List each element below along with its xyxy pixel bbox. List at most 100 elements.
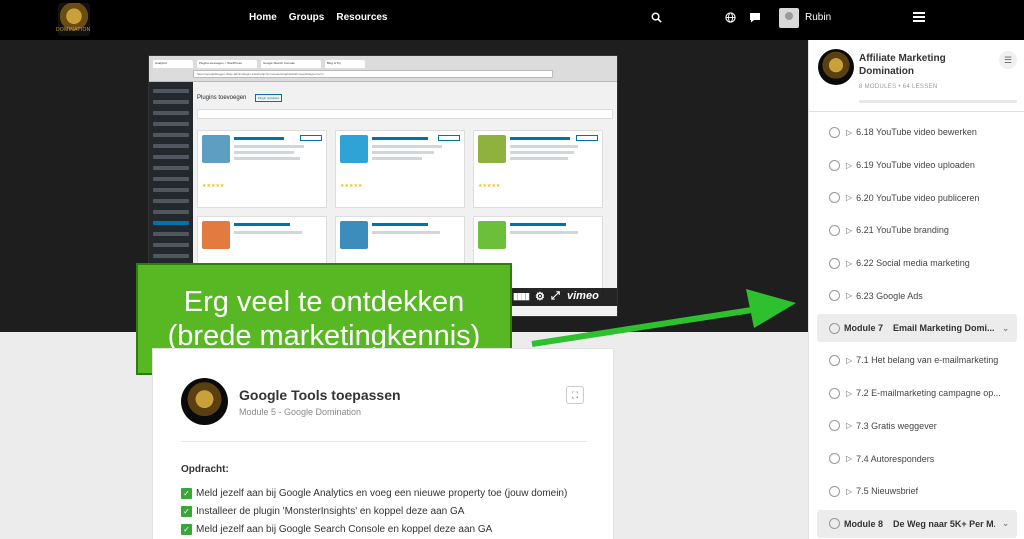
plugin-card: ★★★★★	[197, 130, 327, 208]
lesson-item[interactable]: ▷ 6.19 YouTube video uploaden	[809, 149, 1024, 182]
lesson-item[interactable]: ▷ 7.1 Het belang van e-mailmarketing	[809, 344, 1024, 377]
vimeo-controls: ▮▮▮▮ ⚙ ⤢ vimeo	[509, 288, 617, 306]
lesson-item-label: 6.18 YouTube video bewerken	[856, 127, 977, 138]
checkmark-icon: ✓	[181, 523, 192, 535]
module-header[interactable]: Module 7 Email Marketing Domi... ⌄	[817, 314, 1017, 343]
play-icon: ▷	[846, 225, 853, 235]
status-circle-icon[interactable]	[829, 518, 840, 530]
plugin-thumb	[202, 221, 230, 249]
plugin-install-button	[438, 135, 460, 141]
nav-groups[interactable]: Groups	[289, 12, 325, 23]
lesson-item[interactable]: ▷ 6.22 Social media marketing	[809, 247, 1024, 280]
status-circle-icon[interactable]	[829, 322, 840, 334]
wp-admin-main: Plugins toevoegen Plugin uploaden	[197, 86, 613, 119]
nav-resources[interactable]: Resources	[336, 12, 387, 23]
plugin-thumb	[340, 135, 368, 163]
lesson-item[interactable]: ▷ 7.4 Autoresponders	[809, 442, 1024, 475]
status-circle-icon[interactable]	[829, 354, 840, 366]
task-list: ✓ Meld jezelf aan bij Google Analytics e…	[181, 484, 567, 538]
play-icon: ▷	[846, 160, 853, 170]
lesson-subtitle: Module 5 - Google Domination	[239, 407, 362, 417]
lesson-list: ▷ 6.18 YouTube video bewerken ▷ 6.19 You…	[809, 116, 1024, 539]
divider	[181, 441, 587, 442]
lesson-item[interactable]: ▷ 6.20 YouTube video publiceren	[809, 181, 1024, 214]
volume-icon[interactable]: ▮▮▮▮	[513, 291, 530, 302]
module-number: Module 8	[844, 518, 884, 529]
status-circle-icon[interactable]	[829, 485, 840, 497]
status-circle-icon[interactable]	[829, 387, 840, 399]
play-icon: ▷	[846, 454, 853, 464]
status-circle-icon[interactable]	[829, 159, 840, 171]
lesson-item-label: 7.4 Autoresponders	[856, 453, 935, 464]
browser-tab: Blog & Tip	[325, 60, 365, 68]
lesson-item[interactable]: ▷ 7.2 E-mailmarketing campagne op...	[809, 377, 1024, 410]
plugin-rating: ★★★★★	[340, 183, 363, 189]
lesson-item-label: 7.5 Nieuwsbrief	[856, 486, 919, 497]
plugin-card: ★★★★★	[335, 130, 465, 208]
task-item: ✓ Installeer de plugin 'MonsterInsights'…	[181, 502, 567, 520]
lesson-item-label: 6.20 YouTube video publiceren	[856, 192, 980, 203]
course-logo	[818, 49, 854, 85]
status-circle-icon[interactable]	[829, 126, 840, 138]
course-progress-bar	[859, 100, 1017, 103]
messages-icon[interactable]	[749, 12, 761, 26]
banner-line-1: Erg veel te ontdekken	[183, 286, 465, 318]
status-circle-icon[interactable]	[829, 257, 840, 269]
fullscreen-icon[interactable]: ⤢	[551, 290, 560, 303]
nav-home[interactable]: Home	[249, 12, 277, 23]
globe-icon[interactable]	[725, 12, 736, 26]
chevron-down-icon[interactable]: ⌄	[1002, 519, 1009, 528]
status-circle-icon[interactable]	[829, 453, 840, 465]
module-header[interactable]: Module 8 De Weg naar 5K+ Per M... ⌄	[817, 509, 1017, 538]
settings-gear-icon[interactable]: ⚙	[535, 290, 545, 303]
course-sidebar: Affiliate Marketing Domination 8 MODULES…	[808, 40, 1024, 539]
checkmark-icon: ✓	[181, 487, 192, 499]
status-circle-icon[interactable]	[829, 192, 840, 204]
plugin-install-button	[576, 135, 598, 141]
top-navbar: DOMINATION Home Groups Resources Rubin	[0, 0, 1024, 40]
lesson-item-label: 6.22 Social media marketing	[856, 258, 970, 269]
plugin-rating: ★★★★★	[478, 183, 501, 189]
wp-filter-bar	[197, 109, 613, 119]
plugin-thumb	[478, 221, 506, 249]
lesson-item[interactable]: ▷ 7.3 Gratis weggever	[809, 410, 1024, 443]
lesson-item[interactable]: ▷ 6.23 Google Ads	[809, 279, 1024, 312]
course-meta: 8 MODULES • 64 LESSEN	[859, 84, 937, 90]
module-name: De Weg naar 5K+ Per M...	[893, 518, 996, 529]
task-text: Meld jezelf aan bij Google Analytics en …	[196, 487, 568, 499]
lesson-item-label: 7.2 E-mailmarketing campagne op...	[856, 388, 1001, 399]
plugin-thumb	[202, 135, 230, 163]
play-icon: ▷	[846, 355, 853, 365]
chevron-down-icon[interactable]: ⌄	[1002, 324, 1009, 333]
lesson-item-label: 6.23 Google Ads	[856, 290, 923, 301]
expand-icon[interactable]: ⛶	[566, 386, 584, 404]
status-circle-icon[interactable]	[829, 224, 840, 236]
lesson-item[interactable]: ▷ 6.21 YouTube branding	[809, 214, 1024, 247]
play-icon: ▷	[846, 291, 853, 301]
status-circle-icon[interactable]	[829, 290, 840, 302]
lesson-title: Google Tools toepassen	[239, 387, 401, 403]
checkmark-icon: ✓	[181, 505, 192, 517]
lesson-item[interactable]: ▷ 6.18 YouTube video bewerken	[809, 116, 1024, 149]
course-menu-icon[interactable]: ☰	[999, 51, 1017, 69]
play-icon: ▷	[846, 258, 853, 268]
assignment-label: Opdracht:	[181, 464, 229, 475]
user-avatar[interactable]	[779, 8, 799, 28]
search-icon[interactable]	[651, 12, 662, 26]
course-title[interactable]: Affiliate Marketing Domination	[859, 52, 989, 78]
status-circle-icon[interactable]	[829, 420, 840, 432]
lesson-item-label: 7.1 Het belang van e-mailmarketing	[856, 355, 999, 366]
vimeo-logo[interactable]: vimeo	[567, 290, 599, 302]
lesson-item[interactable]: ▷ 7.5 Nieuwsbrief	[809, 475, 1024, 508]
divider	[809, 111, 1024, 112]
wp-page-title: Plugins toevoegen	[197, 95, 247, 101]
user-name[interactable]: Rubin	[805, 12, 831, 23]
lesson-item-label: 7.3 Gratis weggever	[856, 420, 937, 431]
module-number: Module 7	[844, 323, 884, 334]
play-icon: ▷	[846, 388, 853, 398]
hamburger-menu-icon[interactable]	[913, 12, 925, 25]
task-text: Meld jezelf aan bij Google Search Consol…	[196, 523, 493, 535]
lesson-item-label: 6.21 YouTube branding	[856, 225, 949, 236]
modules-count: 8 MODULES	[859, 84, 897, 90]
browser-url-bar: https://googleblogger.nl/wp-admin/plugin…	[193, 70, 553, 78]
